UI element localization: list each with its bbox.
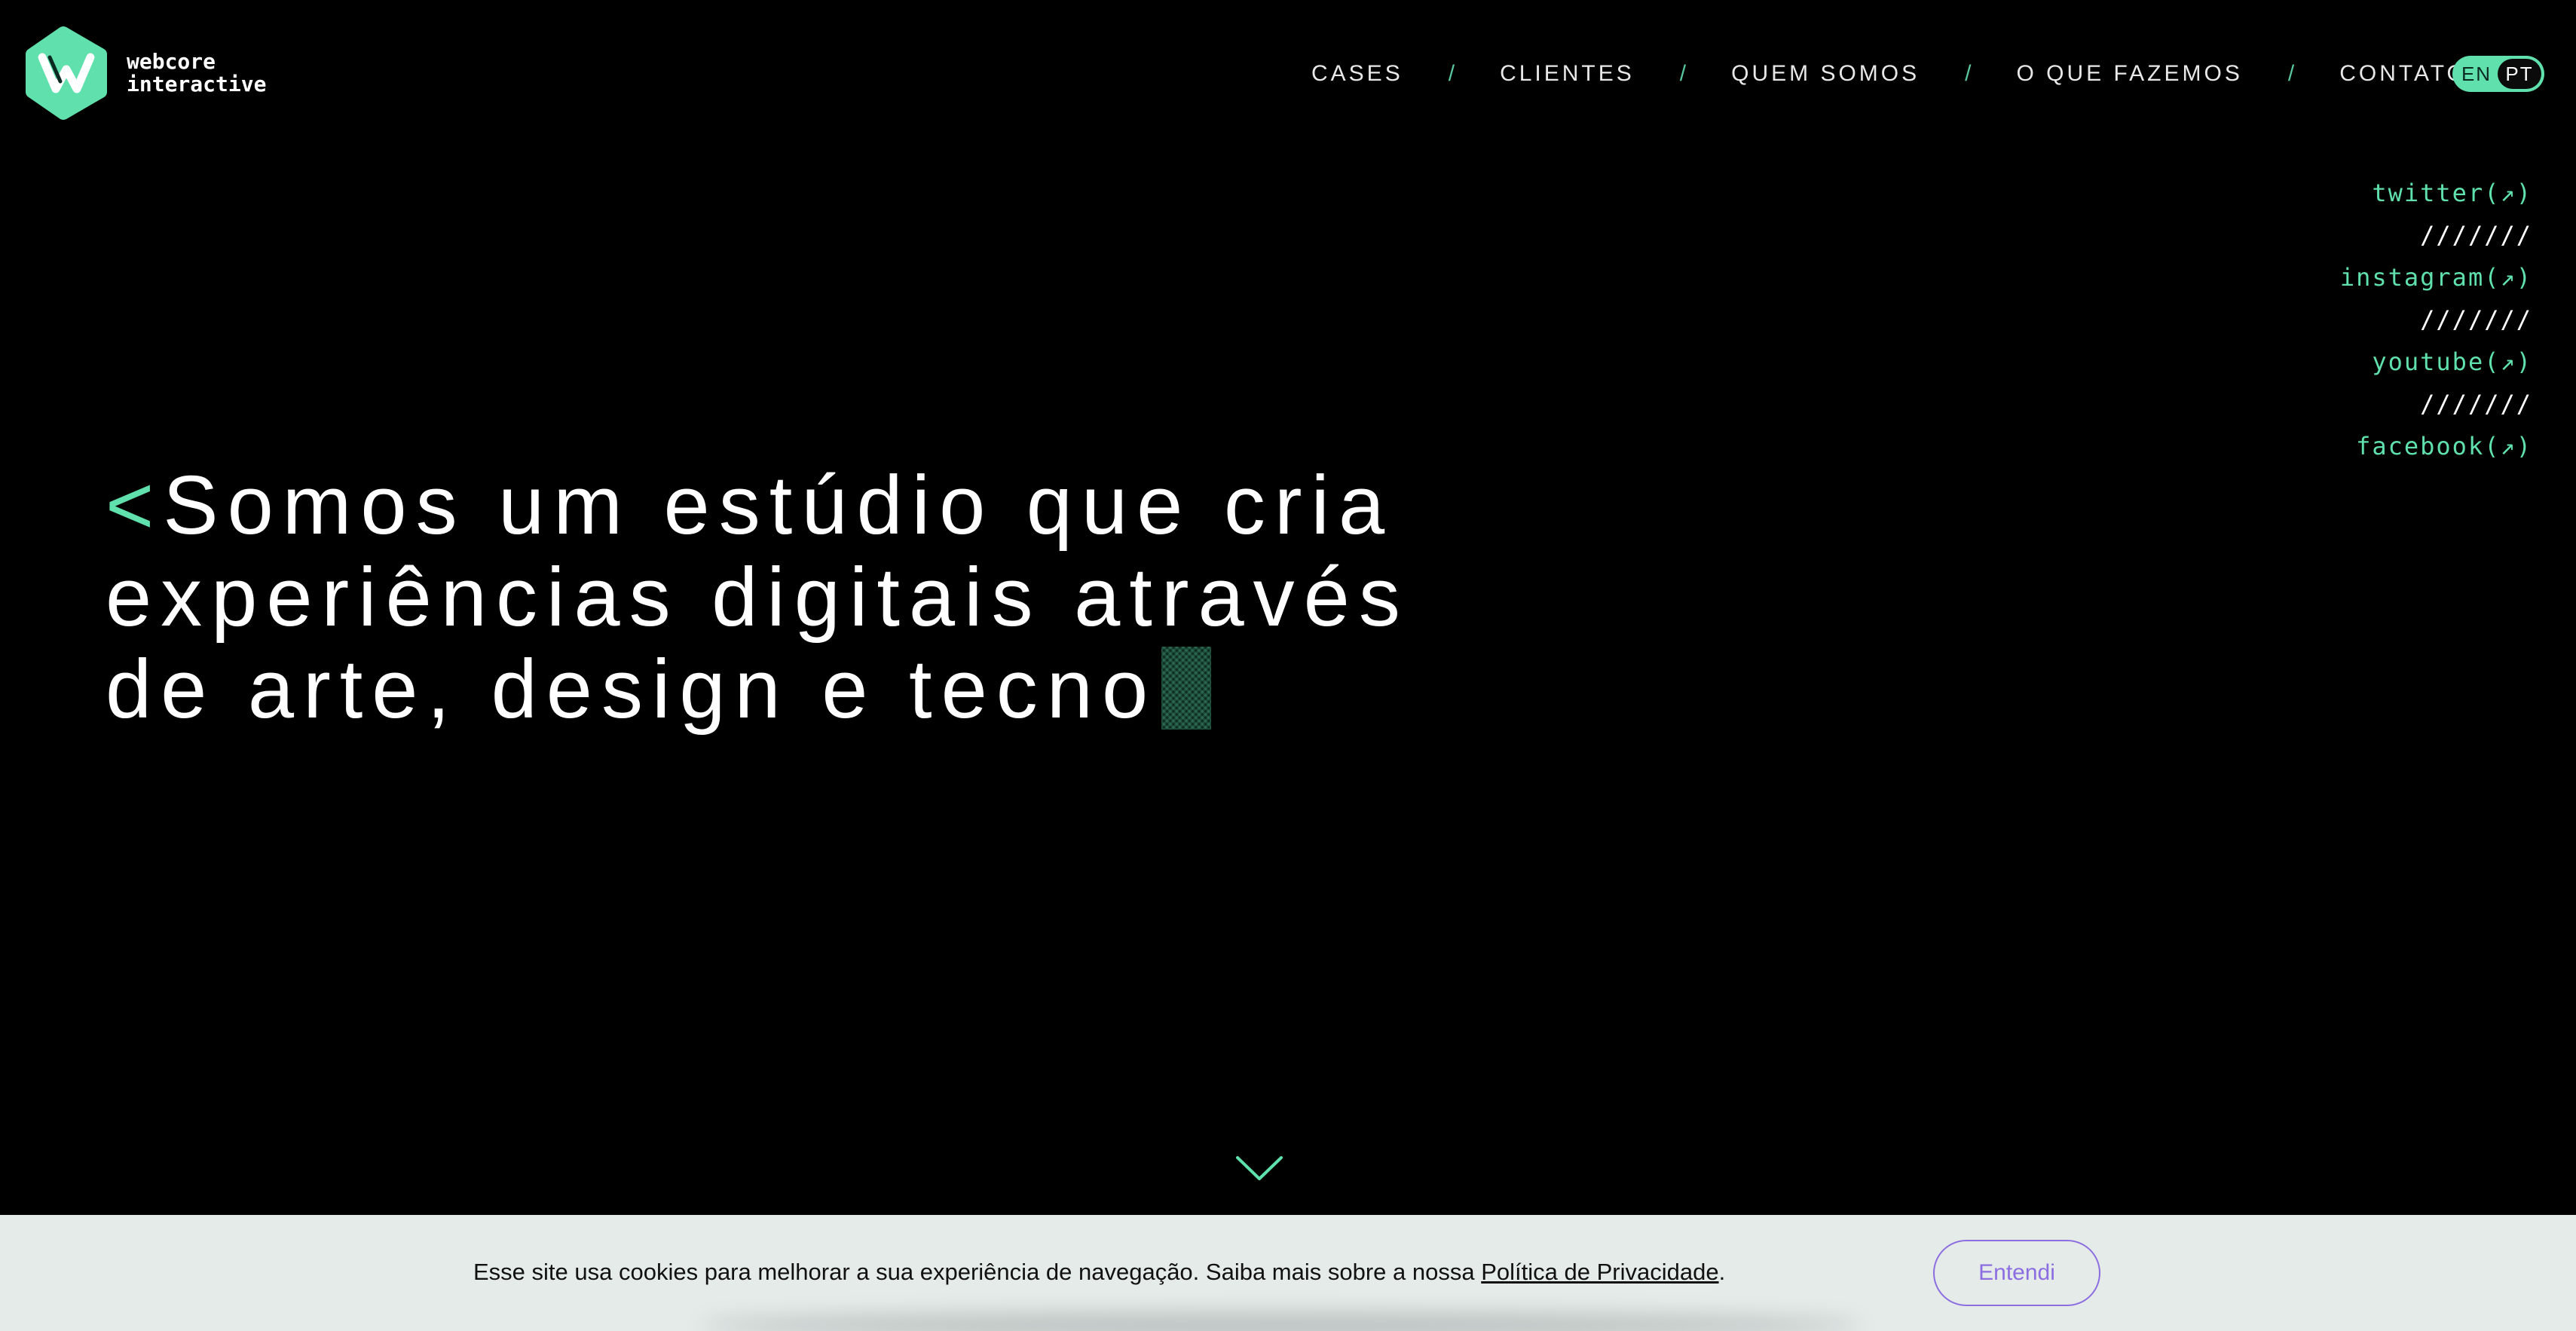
nav-separator: / xyxy=(1965,61,1972,86)
cookie-banner: Esse site usa cookies para melhorar a su… xyxy=(0,1215,2576,1331)
hero-heading: <Somos um estúdio que cria experiências … xyxy=(106,460,1409,736)
cookie-message-text: Esse site usa cookies para melhorar a su… xyxy=(473,1259,1482,1285)
typing-cursor xyxy=(1161,647,1212,730)
language-toggle[interactable]: EN PT xyxy=(2452,56,2544,92)
logo-wordmark-line2: interactive xyxy=(127,72,267,96)
hero-line-2: experiências digitais através xyxy=(106,551,1409,644)
social-separator: /////// xyxy=(2420,221,2532,249)
language-option-en[interactable]: EN xyxy=(2455,63,2498,86)
logo-wordmark: webcore interactive xyxy=(127,50,266,96)
nav-item-o-que-fazemos[interactable]: O QUE FAZEMOS xyxy=(2016,61,2242,87)
nav-item-cases[interactable]: CASES xyxy=(1311,61,1403,87)
social-link-instagram[interactable]: instagram(↗) xyxy=(2340,256,2532,298)
social-separator: /////// xyxy=(2420,305,2532,334)
cookie-message: Esse site usa cookies para melhorar a su… xyxy=(473,1257,1725,1287)
webcore-logo-icon xyxy=(26,26,107,120)
nav-item-contato[interactable]: CONTATO xyxy=(2339,61,2467,87)
hero-line-3-text: de arte, design e tecno xyxy=(106,643,1158,736)
hero-line-1: <Somos um estúdio que cria xyxy=(106,460,1409,552)
nav-separator: / xyxy=(2287,61,2295,86)
cookie-message-suffix: . xyxy=(1718,1259,1726,1285)
nav-item-quem-somos[interactable]: QUEM SOMOS xyxy=(1731,61,1920,87)
nav-separator: / xyxy=(1448,61,1455,86)
main-nav: CASES / CLIENTES / QUEM SOMOS / O QUE FA… xyxy=(1311,57,2467,90)
social-link-facebook[interactable]: facebook(↗) xyxy=(2340,425,2532,467)
privacy-policy-link[interactable]: Política de Privacidade xyxy=(1481,1259,1718,1285)
social-link-twitter[interactable]: twitter(↗) xyxy=(2340,172,2532,214)
hero-line-3: de arte, design e tecno xyxy=(106,644,1409,736)
logo[interactable]: webcore interactive xyxy=(23,24,266,122)
nav-item-clientes[interactable]: CLIENTES xyxy=(1500,61,1635,87)
social-separator: /////// xyxy=(2420,390,2532,418)
social-link-youtube[interactable]: youtube(↗) xyxy=(2340,341,2532,383)
nav-separator: / xyxy=(1679,61,1687,86)
social-links: twitter(↗) /////// instagram(↗) /////// … xyxy=(2340,172,2532,467)
hero-bracket: < xyxy=(106,459,164,552)
cookie-banner-shadow xyxy=(701,1313,1862,1331)
hero-line-1-text: Somos um estúdio que cria xyxy=(163,459,1394,552)
chevron-down-icon[interactable] xyxy=(1234,1153,1284,1183)
language-option-pt[interactable]: PT xyxy=(2498,59,2541,89)
accept-cookies-button[interactable]: Entendi xyxy=(1933,1240,2100,1306)
logo-wordmark-line1: webcore xyxy=(127,49,216,74)
